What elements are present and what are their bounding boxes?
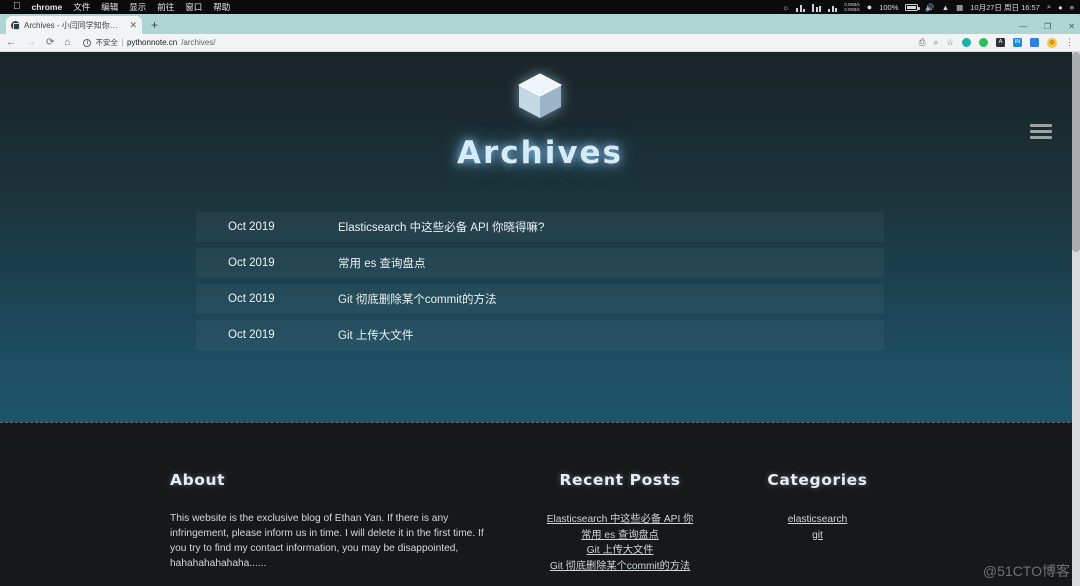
reload-button[interactable]: ⟳ [46, 37, 54, 48]
url-host-label: pythonnote.cn [126, 38, 178, 47]
eject-icon[interactable]: ▲ [942, 3, 949, 12]
site-logo[interactable] [0, 52, 1080, 127]
menu-item-chrome[interactable]: chrome [32, 2, 63, 12]
page-scrollbar-thumb[interactable] [1072, 52, 1080, 252]
footer-categories-column: Categories elasticsearch git [725, 471, 910, 574]
browser-menu-icon[interactable]: ⋮ [1065, 38, 1074, 47]
watermark-label: @51CTO博客 [982, 563, 1070, 579]
archive-date: Oct 2019 [228, 257, 275, 269]
cube-logo-icon [517, 73, 563, 118]
menu-item-file[interactable]: 文件 [73, 1, 90, 13]
archive-row[interactable]: Oct 2019 Git 上传大文件 [196, 320, 884, 350]
about-text: This website is the exclusive blog of Et… [170, 513, 484, 569]
omnibox-divider [121, 38, 123, 47]
cpu-monitor-icon[interactable] [796, 3, 806, 12]
apple-logo-icon[interactable]:  [13, 2, 21, 12]
menu-item-edit[interactable]: 编辑 [101, 1, 118, 13]
extension-dark-icon[interactable]: A [996, 38, 1005, 47]
browser-tab-archives[interactable]: Archives - 小闫同学知你多嘿的 ✕ [6, 16, 142, 34]
window-maximize-button[interactable]: ❐ [1044, 22, 1051, 31]
clock-label[interactable]: 10月27日 周日 16:57 [970, 2, 1040, 13]
browser-toolbar: ← → ⟳ ⌂ i 不安全 pythonnote.cn /archives/ ⎙… [0, 34, 1080, 52]
tab-close-icon[interactable]: ✕ [129, 20, 137, 30]
security-status-label: 不安全 [95, 38, 118, 47]
page-title: Archives [456, 135, 624, 171]
extension-green-icon[interactable] [979, 38, 988, 47]
archive-title-link[interactable]: 常用 es 查询盘点 [338, 255, 426, 271]
battery-percent-label: 100% [879, 2, 899, 12]
page-scrollbar[interactable] [1072, 52, 1080, 586]
browser-tab-strip: Archives - 小闫同学知你多嘿的 ✕ + — ❐ ✕ [0, 14, 1080, 34]
forward-button[interactable]: → [26, 37, 36, 48]
archive-date: Oct 2019 [228, 221, 275, 233]
network-download-rate: 0.0KB/s [844, 7, 860, 12]
profile-avatar[interactable]: ☺ [1047, 37, 1057, 48]
menu-item-help[interactable]: 帮助 [213, 1, 230, 13]
os-status-items: ☼ 0.0KB/s 0.0KB/s ● 100% 🔊 ▲ ▦ 10月27日 周日… [782, 0, 1074, 14]
bookmark-star-icon[interactable]: ☆ [946, 38, 954, 47]
recent-post-link[interactable]: 常用 es 查询盘点 [515, 528, 725, 544]
volume-icon[interactable]: 🔊 [925, 3, 934, 12]
brightness-icon[interactable]: ☼ [782, 3, 789, 12]
recent-posts-heading: Recent Posts [559, 471, 681, 489]
archive-row[interactable]: Oct 2019 常用 es 查询盘点 [196, 248, 884, 278]
menu-item-window[interactable]: 窗口 [185, 1, 202, 13]
extension-blue-in-icon[interactable]: IN [1013, 38, 1022, 47]
window-minimize-button[interactable]: — [1019, 22, 1027, 31]
disk-monitor-icon[interactable] [828, 3, 838, 12]
category-link-elasticsearch[interactable]: elasticsearch [725, 512, 910, 528]
input-method-icon[interactable]: ▦ [956, 3, 963, 12]
extension-teal-icon[interactable] [962, 38, 971, 47]
zoom-icon[interactable]: ⌕ [934, 38, 939, 47]
spotlight-search-icon[interactable]: ⌕ [1047, 2, 1051, 12]
tab-favicon-icon [11, 20, 20, 30]
archive-title-link[interactable]: Git 彻底删除某个commit的方法 [338, 291, 496, 307]
siri-icon[interactable]: ● [1058, 3, 1063, 12]
archive-date: Oct 2019 [228, 329, 275, 341]
site-footer: About This website is the exclusive blog… [0, 423, 1080, 585]
address-bar[interactable]: i 不安全 pythonnote.cn /archives/ [83, 36, 908, 49]
memory-monitor-icon[interactable] [812, 3, 822, 12]
translate-icon[interactable]: ⎙ [919, 38, 926, 47]
tab-title-label: Archives - 小闫同学知你多嘿的 [24, 20, 126, 30]
archive-date: Oct 2019 [228, 293, 275, 305]
recent-post-link[interactable]: Elasticsearch 中这些必备 API 你 [515, 512, 725, 528]
toolbar-actions: ⎙ ⌕ ☆ A IN ☺ ⋮ [919, 37, 1074, 48]
category-link-git[interactable]: git [725, 528, 910, 544]
network-speed-indicator[interactable]: 0.0KB/s 0.0KB/s [844, 2, 859, 12]
hero-section: Archives Oct 2019 Elasticsearch 中这些必备 AP… [0, 52, 1080, 423]
archive-title-link[interactable]: Git 上传大文件 [338, 327, 413, 343]
extension-blue-chat-icon[interactable] [1030, 38, 1039, 47]
url-path-label: /archives/ [181, 38, 216, 47]
page-viewport: Archives Oct 2019 Elasticsearch 中这些必备 AP… [0, 52, 1080, 586]
archive-row[interactable]: Oct 2019 Elasticsearch 中这些必备 API 你晓得嘛? [196, 212, 884, 242]
hamburger-menu-icon[interactable] [1030, 124, 1052, 139]
footer-about-column: About This website is the exclusive blog… [170, 471, 515, 574]
categories-heading: Categories [767, 471, 868, 489]
about-heading: About [170, 471, 226, 489]
recent-post-link[interactable]: Git 彻底删除某个commit的方法 [515, 559, 725, 575]
new-tab-button[interactable]: + [151, 19, 158, 31]
menu-item-go[interactable]: 前往 [157, 1, 174, 13]
control-center-icon[interactable]: ≡ [1070, 3, 1074, 12]
window-close-button[interactable]: ✕ [1068, 22, 1075, 31]
home-button[interactable]: ⌂ [64, 37, 70, 48]
archive-list: Oct 2019 Elasticsearch 中这些必备 API 你晓得嘛? O… [196, 212, 884, 350]
recent-post-link[interactable]: Git 上传大文件 [515, 543, 725, 559]
window-controls: — ❐ ✕ [1019, 22, 1075, 31]
battery-icon[interactable] [905, 3, 920, 11]
archive-title-link[interactable]: Elasticsearch 中这些必备 API 你晓得嘛? [338, 219, 544, 235]
os-menu-items:  chrome 文件 编辑 显示 前往 窗口 帮助 [5, 1, 230, 13]
footer-recent-posts-column: Recent Posts Elasticsearch 中这些必备 API 你 常… [515, 471, 725, 574]
info-icon[interactable]: i [83, 38, 92, 47]
archive-row[interactable]: Oct 2019 Git 彻底删除某个commit的方法 [196, 284, 884, 314]
os-menu-bar:  chrome 文件 编辑 显示 前往 窗口 帮助 ☼ 0.0KB/s 0.0… [0, 0, 1080, 14]
wifi-icon[interactable]: ● [867, 2, 872, 12]
menu-item-view[interactable]: 显示 [129, 1, 146, 13]
back-button[interactable]: ← [6, 37, 16, 48]
